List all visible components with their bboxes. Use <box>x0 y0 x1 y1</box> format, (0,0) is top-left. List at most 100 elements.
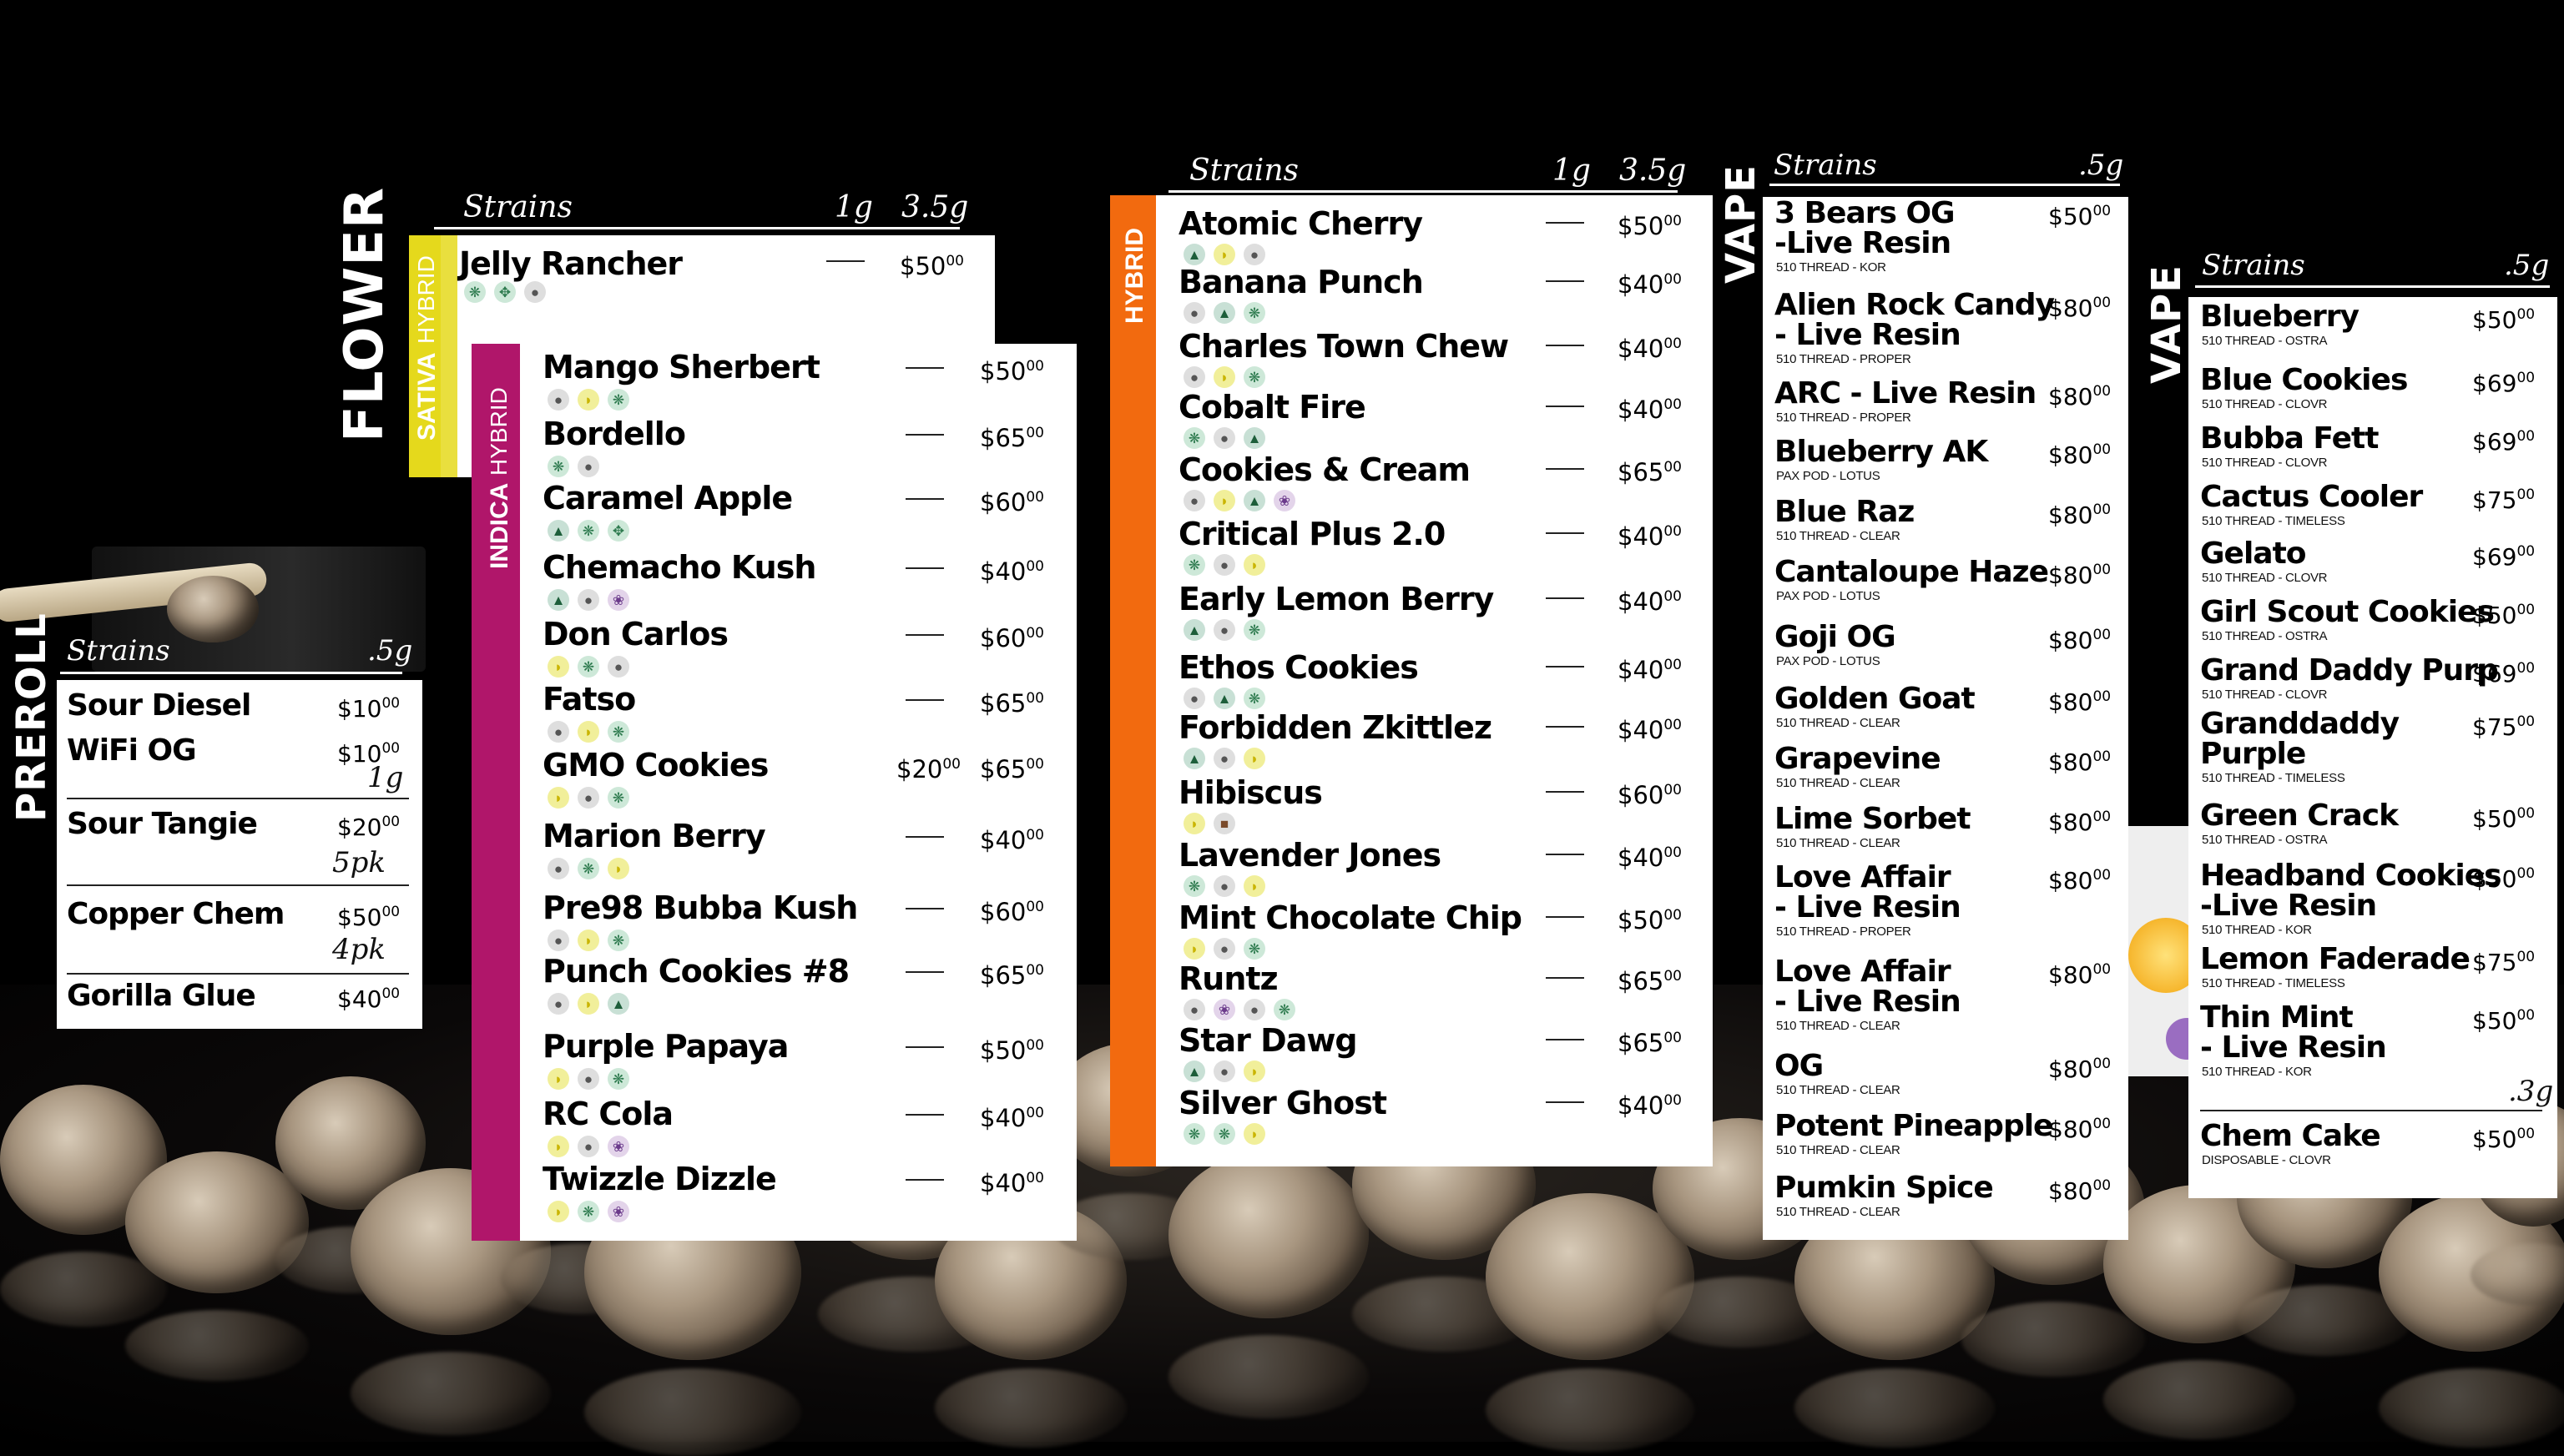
vape1-header-line <box>1769 184 2120 186</box>
strain-price: $8000 <box>2048 863 2111 894</box>
price-dash <box>1546 406 1584 407</box>
price-cents: 00 <box>2516 660 2536 677</box>
price-dollars: $69 <box>2472 428 2517 456</box>
product-format: 510 THREAD - OSTRA <box>2202 334 2328 348</box>
strain-price: $8000 <box>2048 437 2111 468</box>
pepper-icon: ● <box>548 858 569 879</box>
hops-icon: ❋ <box>608 721 629 743</box>
product-format: 510 THREAD - OSTRA <box>2202 833 2328 847</box>
terpene-icons: ▲ ❋ ✥ <box>548 520 629 542</box>
strain-name: Punch Cookies #8 <box>543 953 850 990</box>
strain-name: Blue Cookies <box>2200 363 2408 397</box>
strain-name: Cantaloupe Haze <box>1774 555 2049 589</box>
price-cents: 00 <box>2092 1177 2112 1194</box>
pepper-icon: ● <box>1214 938 1235 960</box>
price-dollars: $65 <box>980 755 1027 783</box>
price-dash <box>1546 532 1584 534</box>
hops-icon: ❋ <box>1244 619 1265 641</box>
price-cents: 00 <box>1026 558 1044 575</box>
strain-price: $6500 <box>1618 964 1682 994</box>
terpene-icons: ▲ ● ❋ <box>1184 619 1265 641</box>
strain-price: $8000 <box>2048 557 2111 588</box>
terpene-icons: ◗ ● ❋ <box>548 1068 629 1090</box>
lemon-icon: ◗ <box>578 389 599 411</box>
pepper-icon: ● <box>1214 619 1235 641</box>
price-cents: 00 <box>1663 844 1682 861</box>
product-format: 510 THREAD - CLEAR <box>1776 1083 1900 1097</box>
price-dash <box>1546 791 1584 793</box>
price-cents: 00 <box>2516 713 2536 730</box>
strain-name: Mango Sherbert <box>543 349 820 385</box>
pepper-icon: ● <box>578 456 599 477</box>
strain-price: $8000 <box>2048 379 2111 410</box>
price-dollars: $40 <box>980 826 1027 854</box>
vape2-col1-header: .5g <box>2504 249 2550 282</box>
pepper-icon: ● <box>1184 999 1205 1020</box>
price-cents: 00 <box>1026 827 1044 844</box>
tree-icon: ▲ <box>548 589 569 611</box>
price-dollars: $75 <box>2472 486 2517 514</box>
price-cents: 00 <box>1026 1105 1044 1121</box>
price-cents: 00 <box>2092 809 2112 825</box>
price-cents: 00 <box>1026 425 1044 441</box>
strain-price: $4000 <box>1618 713 1682 743</box>
strain-price: $8000 <box>2048 744 2111 775</box>
price-cents: 00 <box>1663 396 1682 413</box>
price-dollars: $69 <box>2472 660 2517 688</box>
vape1-strains-header: Strains <box>1774 149 1877 182</box>
tree-icon: ▲ <box>1184 244 1205 265</box>
strain-price: $4000 <box>1618 267 1682 297</box>
strain-name: Cactus Cooler <box>2200 480 2423 514</box>
product-format: 510 THREAD - TIMELESS <box>2202 976 2345 990</box>
price-dollars: $20 <box>896 755 943 783</box>
lemon-icon: ◗ <box>548 787 569 809</box>
price-cents: 00 <box>1026 1170 1044 1186</box>
product-format: 510 THREAD - CLEAR <box>1776 529 1900 543</box>
terpene-icons: ▲ ● ❀ <box>548 589 629 611</box>
price-cents: 00 <box>2516 306 2536 323</box>
price-dollars: $65 <box>1618 458 1664 486</box>
strain-price: $6900 <box>2472 539 2535 570</box>
price-dollars: $50 <box>2472 602 2517 629</box>
product-format: PAX POD - LOTUS <box>1776 589 1880 603</box>
price-dash <box>906 699 944 701</box>
lemon-icon: ◗ <box>548 1068 569 1090</box>
price-dash <box>906 1114 944 1116</box>
bud-decoration <box>1168 1151 1369 1318</box>
strain-name: Chemacho Kush <box>543 549 816 586</box>
price-dollars: $65 <box>1618 967 1664 995</box>
terpene-icons: ● ◗ ❋ <box>1184 366 1265 388</box>
price-dollars: $65 <box>980 424 1027 452</box>
price-dollars: $60 <box>980 898 1027 926</box>
pepper-icon: ● <box>1214 554 1235 576</box>
pepper-icon: ● <box>608 656 629 678</box>
strain-name: Banana Punch <box>1179 264 1424 300</box>
price-dollars: $69 <box>2472 543 2517 571</box>
strain-price: $8000 <box>2048 1051 2111 1082</box>
unit-divider <box>67 884 409 886</box>
price-dollars: $40 <box>980 1169 1027 1197</box>
terpene-icons: ● ◗ ❋ <box>548 930 629 951</box>
price-cents: 00 <box>2516 428 2536 445</box>
price-cents: 00 <box>1026 962 1044 979</box>
sativa-col1-header: 1g <box>835 190 873 224</box>
strain-price: $6900 <box>2472 424 2535 455</box>
strain-name: Hibiscus <box>1179 774 1323 811</box>
price-dollars: $10 <box>337 695 382 723</box>
price-cents: 00 <box>1663 1092 1682 1109</box>
product-format: 510 THREAD - CLOVR <box>2202 397 2328 411</box>
price-dash <box>906 567 944 569</box>
price-cents: 00 <box>2092 203 2112 219</box>
product-format: 510 THREAD - OSTRA <box>2202 629 2328 643</box>
price-dollars: $50 <box>980 357 1027 385</box>
price-dash <box>1546 666 1584 668</box>
tree-icon: ▲ <box>1214 302 1235 324</box>
strain-name: Chem Cake <box>2200 1119 2381 1153</box>
strain-price: $5000 <box>900 252 964 280</box>
strain-name: RC Cola <box>543 1096 674 1132</box>
hops-icon: ❋ <box>578 858 599 879</box>
strain-name-line2: - Live Resin <box>1774 318 1961 352</box>
pepper-icon: ● <box>548 721 569 743</box>
unit-divider <box>67 798 409 799</box>
terpene-icons: ◗ ❋ ● <box>548 656 629 678</box>
